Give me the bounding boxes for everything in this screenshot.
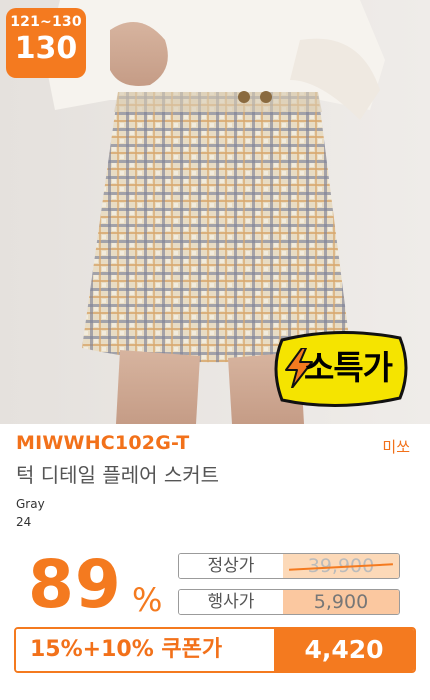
- normal-price-label: 정상가: [179, 554, 283, 578]
- coupon-label: 15%+10% 쿠폰가: [16, 629, 274, 671]
- brand-name[interactable]: 미쏘: [382, 436, 410, 457]
- product-count: 24: [16, 515, 32, 529]
- normal-price-value-box: 39,900: [283, 554, 399, 578]
- discount-value: 89: [28, 546, 122, 623]
- size-badge: 121~130 130: [6, 8, 86, 78]
- product-color: Gray: [16, 497, 45, 511]
- coupon-price-bar[interactable]: 15%+10% 쿠폰가 4,420: [14, 627, 416, 673]
- discount-rate: 89 %: [28, 540, 162, 630]
- event-price-row: 행사가 5,900: [178, 589, 400, 615]
- size-range: 121~130: [10, 14, 82, 30]
- discount-unit: %: [132, 581, 163, 619]
- special-badge-label: 소특가: [303, 348, 393, 387]
- product-image[interactable]: 121~130 130 소특가: [0, 0, 430, 424]
- event-price-value: 5,900: [283, 590, 399, 614]
- coupon-price: 4,420: [274, 629, 414, 671]
- event-price-label: 행사가: [179, 590, 283, 614]
- size-value: 130: [14, 31, 78, 66]
- product-title[interactable]: 턱 디테일 플레어 스커트: [16, 459, 219, 488]
- product-code[interactable]: MIWWHC102G-T: [16, 432, 189, 454]
- special-price-badge: 소특가: [268, 330, 410, 408]
- normal-price-row: 정상가 39,900: [178, 553, 400, 579]
